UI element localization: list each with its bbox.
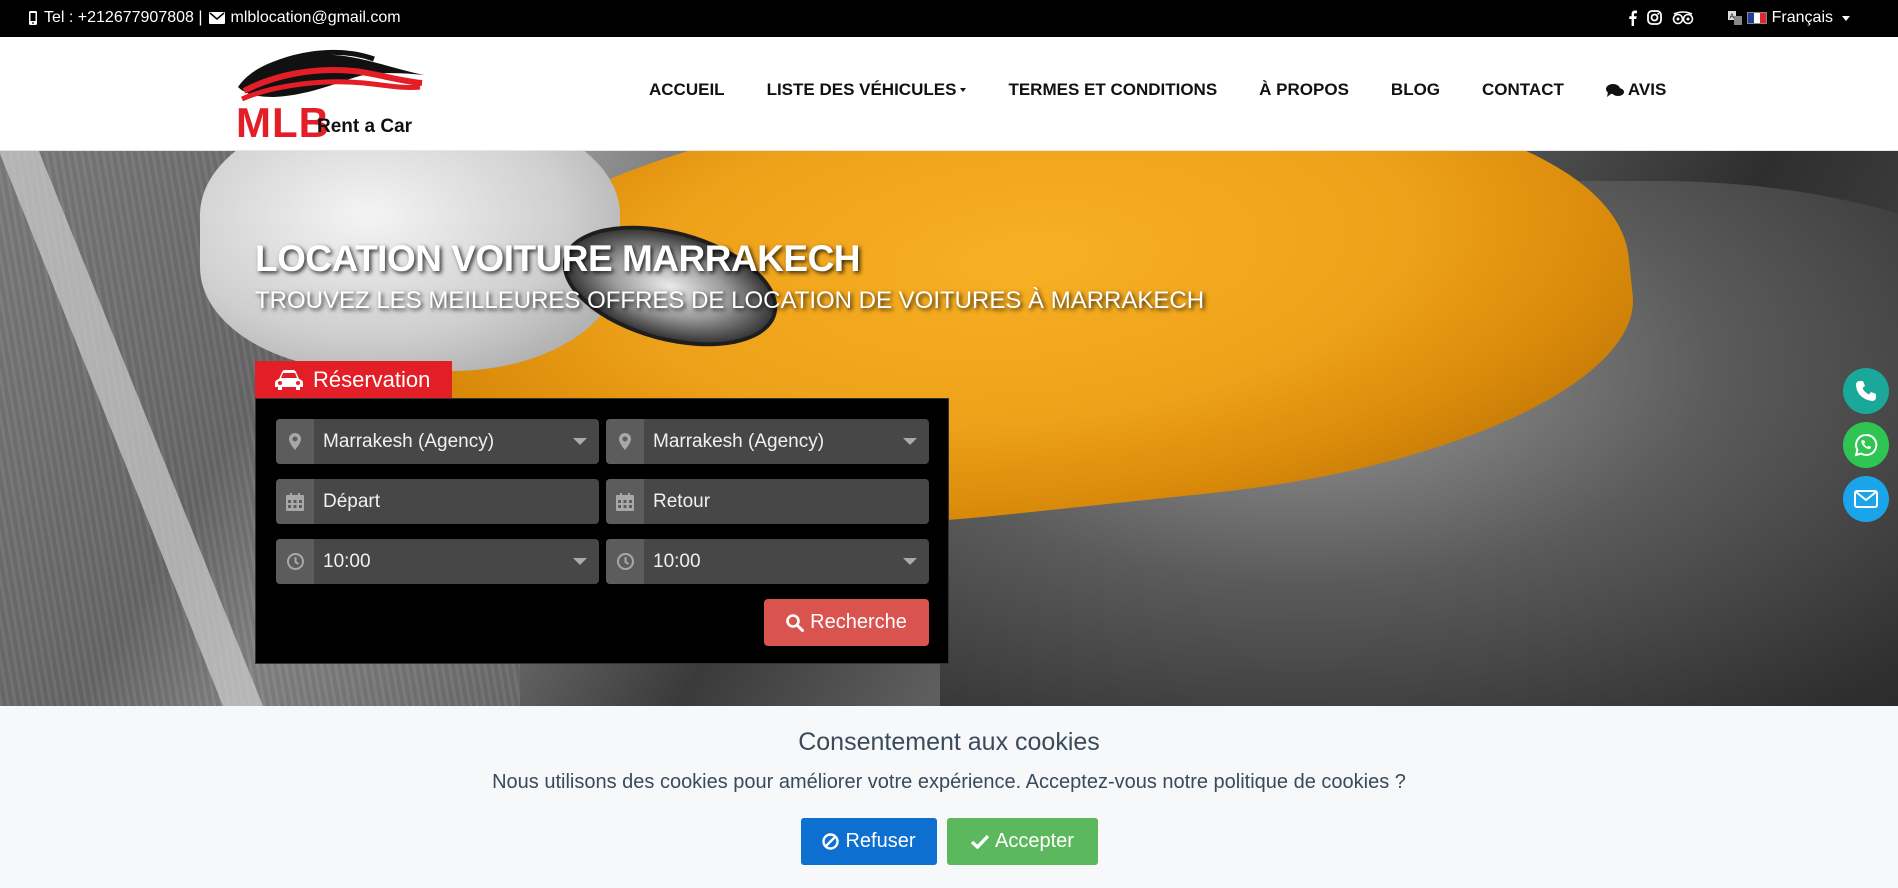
translate-icon: A <box>1727 9 1742 27</box>
hero-subtitle: TROUVEZ LES MEILLEURES OFFRES DE LOCATIO… <box>255 287 1205 314</box>
refuse-label: Refuser <box>845 830 916 852</box>
map-marker-icon <box>606 419 644 464</box>
language-selector[interactable]: A Français <box>1727 9 1850 27</box>
return-placeholder: Retour <box>653 490 711 512</box>
refuse-cookies-button[interactable]: Refuser <box>801 818 937 865</box>
nav-item-blog[interactable]: BLOG <box>1391 80 1440 100</box>
nav-item-accueil[interactable]: ACCUEIL <box>649 80 725 100</box>
hero-title: LOCATION VOITURE MARRAKECH <box>255 238 861 279</box>
nav-item-contact[interactable]: CONTACT <box>1482 80 1564 100</box>
ban-icon <box>822 833 840 850</box>
chevron-down-icon <box>573 558 587 565</box>
reservation-tab-label: Réservation <box>313 366 431 392</box>
top-bar: Tel : +212677907808 | mlblocation@gmail.… <box>0 0 1898 37</box>
phone-number[interactable]: Tel : +212677907808 | <box>44 9 203 27</box>
floating-email-button[interactable] <box>1843 476 1889 522</box>
search-button-label: Recherche <box>810 611 907 633</box>
check-icon <box>971 834 990 849</box>
nav-item-label: LISTE DES VÉHICULES <box>766 80 957 99</box>
cookie-consent-bar: Consentement aux cookies Nous utilisons … <box>0 706 1898 888</box>
logo-tagline: Rent a Car <box>317 116 413 137</box>
return-time-value: 10:00 <box>653 550 701 572</box>
chevron-down-icon <box>903 558 917 565</box>
cookie-title: Consentement aux cookies <box>798 728 1100 756</box>
accept-label: Accepter <box>995 830 1074 852</box>
calendar-icon <box>606 479 644 524</box>
chevron-down-icon <box>903 438 917 445</box>
svg-text:A: A <box>1729 12 1734 20</box>
envelope-icon <box>208 9 225 27</box>
chevron-down-icon <box>960 88 967 92</box>
departure-placeholder: Départ <box>323 490 381 512</box>
social-language: A Français <box>1628 9 1850 27</box>
accept-cookies-button[interactable]: Accepter <box>947 818 1098 865</box>
car-icon <box>275 369 303 390</box>
nav-item-label: AVIS <box>1627 80 1667 99</box>
chevron-down-icon <box>573 438 587 445</box>
whatsapp-icon <box>1854 433 1878 457</box>
language-label: Français <box>1771 9 1833 26</box>
pickup-location-value: Marrakesh (Agency) <box>323 430 495 452</box>
france-flag-icon <box>1746 12 1767 24</box>
chevron-down-icon <box>1842 15 1850 21</box>
nav-item-liste-vehicules[interactable]: LISTE DES VÉHICULES <box>767 80 967 100</box>
tripadvisor-icon[interactable] <box>1672 9 1694 27</box>
pickup-location-select[interactable]: Marrakesh (Agency) <box>276 419 599 464</box>
pickup-time-select[interactable]: 10:00 <box>276 539 599 584</box>
email-link[interactable]: mlblocation@gmail.com <box>231 9 401 27</box>
main-nav: ACCUEIL LISTE DES VÉHICULES TERMES ET CO… <box>649 80 1666 100</box>
reservation-tab[interactable]: Réservation <box>255 361 452 398</box>
return-date-input[interactable]: Retour <box>606 479 929 524</box>
cookie-text: Nous utilisons des cookies pour améliore… <box>492 771 1406 793</box>
comments-icon <box>1605 83 1624 98</box>
pickup-time-value: 10:00 <box>323 550 371 572</box>
nav-item-avis[interactable]: AVIS <box>1605 80 1667 100</box>
phone-icon <box>1855 380 1877 402</box>
clock-icon <box>606 539 644 584</box>
return-location-select[interactable]: Marrakesh (Agency) <box>606 419 929 464</box>
return-location-value: Marrakesh (Agency) <box>653 430 825 452</box>
search-button[interactable]: Recherche <box>764 599 929 646</box>
search-icon <box>786 613 805 632</box>
facebook-icon[interactable] <box>1628 9 1637 27</box>
departure-date-input[interactable]: Départ <box>276 479 599 524</box>
hero-banner: LOCATION VOITURE MARRAKECH TROUVEZ LES M… <box>0 151 1898 706</box>
calendar-icon <box>276 479 314 524</box>
floating-phone-button[interactable] <box>1843 368 1889 414</box>
logo[interactable]: MLB Rent a Car <box>234 45 429 146</box>
mobile-phone-icon <box>28 9 38 27</box>
return-time-select[interactable]: 10:00 <box>606 539 929 584</box>
nav-item-a-propos[interactable]: À PROPOS <box>1259 80 1349 100</box>
floating-whatsapp-button[interactable] <box>1843 422 1889 468</box>
instagram-icon[interactable] <box>1646 9 1662 27</box>
nav-item-termes[interactable]: TERMES ET CONDITIONS <box>1008 80 1217 100</box>
clock-icon <box>276 539 314 584</box>
logo-brand: MLB <box>236 99 330 146</box>
contact-info: Tel : +212677907808 | mlblocation@gmail.… <box>28 9 401 27</box>
email-icon <box>1854 490 1878 508</box>
map-marker-icon <box>276 419 314 464</box>
reservation-form: Marrakesh (Agency) Marrakesh (Agency) Dé… <box>255 398 949 664</box>
site-header: MLB Rent a Car ACCUEIL LISTE DES VÉHICUL… <box>0 37 1898 151</box>
